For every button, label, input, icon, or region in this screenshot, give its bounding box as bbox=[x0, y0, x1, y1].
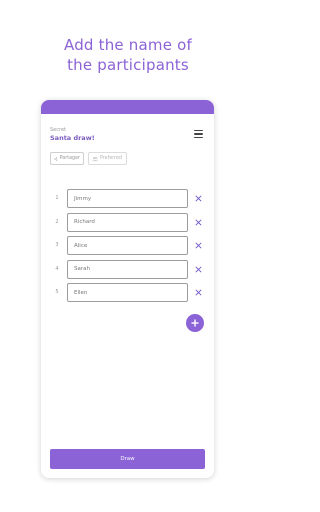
participant-number: 3 bbox=[55, 242, 59, 248]
app-title: Santa draw! bbox=[50, 134, 95, 142]
participant-row: 1 Jimmy bbox=[41, 189, 214, 208]
headline-line-2: the participants bbox=[67, 56, 189, 74]
share-label: Partager bbox=[59, 156, 80, 161]
share-button[interactable]: Partager bbox=[50, 152, 84, 165]
share-icon bbox=[54, 156, 58, 161]
participant-name-input[interactable]: Sarah bbox=[67, 259, 188, 279]
draw-label: Draw bbox=[120, 456, 135, 462]
participant-number: 4 bbox=[55, 265, 59, 272]
app-subtitle: Secret bbox=[50, 127, 66, 133]
participant-number: 1 bbox=[55, 195, 59, 201]
participant-number: 5 bbox=[55, 289, 59, 295]
close-icon[interactable] bbox=[194, 288, 203, 297]
preferences-button[interactable]: Preferred bbox=[88, 152, 127, 165]
close-icon[interactable] bbox=[194, 241, 203, 250]
close-icon[interactable] bbox=[194, 218, 203, 227]
hamburger-menu-icon[interactable] bbox=[194, 130, 203, 138]
close-icon[interactable] bbox=[194, 265, 203, 274]
participant-row: 2 Richard bbox=[41, 212, 214, 232]
participant-number: 2 bbox=[55, 218, 59, 225]
participant-name-input[interactable]: Alice bbox=[67, 236, 188, 255]
participant-row: 5 Ellen bbox=[41, 283, 214, 302]
phone-screen: Secret Santa draw! Partager Preferred 1 J… bbox=[41, 100, 214, 478]
close-icon[interactable] bbox=[194, 194, 203, 203]
participant-name-input[interactable]: Richard bbox=[67, 212, 188, 232]
draw-button[interactable]: Draw bbox=[50, 449, 205, 469]
headline: Add the name of the participants bbox=[0, 35, 256, 75]
headline-line-1: Add the name of bbox=[64, 36, 192, 54]
plus-icon bbox=[191, 319, 199, 327]
status-bar bbox=[41, 100, 214, 114]
participant-name-input[interactable]: Ellen bbox=[67, 283, 188, 302]
participant-row: 3 Alice bbox=[41, 236, 214, 255]
add-participant-button[interactable] bbox=[186, 314, 204, 332]
participant-name-input[interactable]: Jimmy bbox=[67, 189, 188, 208]
people-icon bbox=[92, 156, 98, 161]
participant-row: 4 Sarah bbox=[41, 259, 214, 279]
preferences-label: Preferred bbox=[100, 156, 123, 161]
